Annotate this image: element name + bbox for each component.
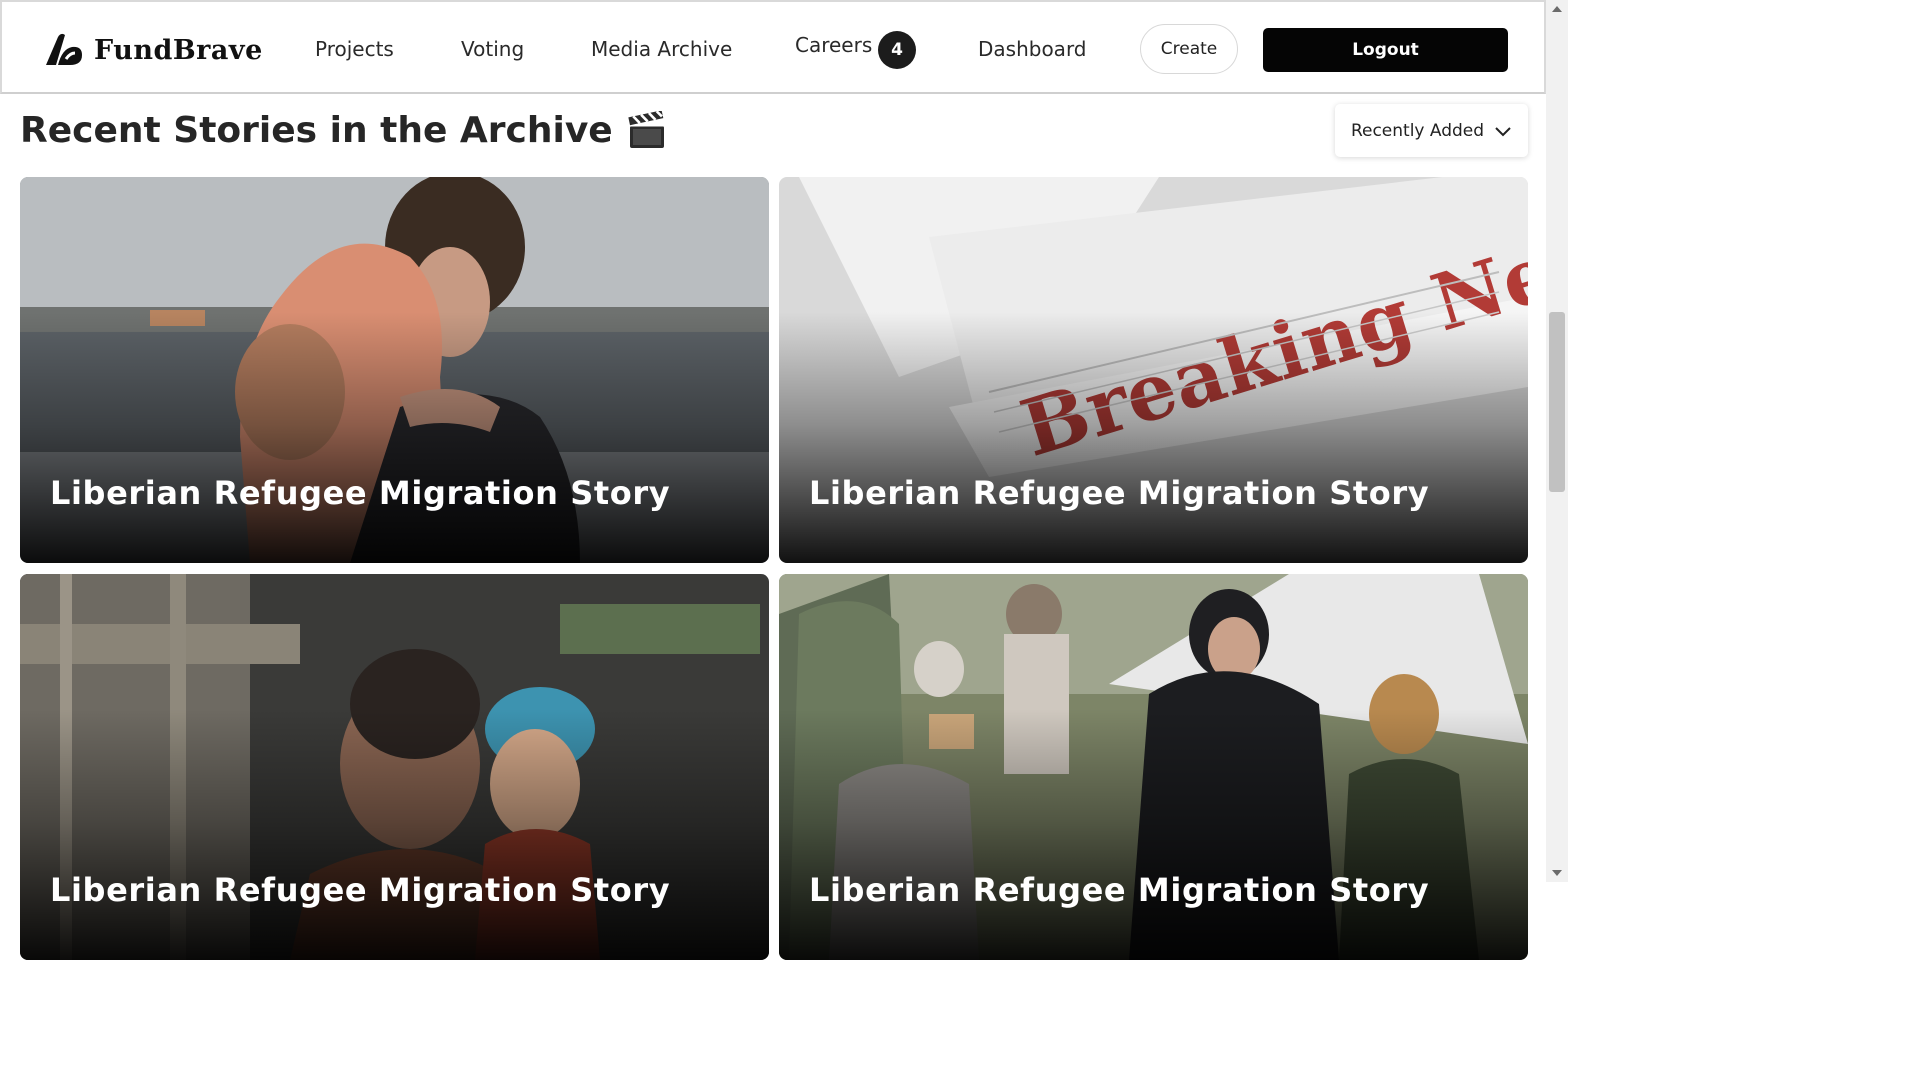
page-title: Recent Stories in the Archive — [20, 110, 613, 151]
section-header: Recent Stories in the Archive — [20, 108, 667, 154]
logout-button[interactable]: Logout — [1263, 28, 1508, 72]
top-navbar: FundBrave Projects Voting Media Archive … — [0, 0, 1546, 94]
chevron-down-icon — [1495, 126, 1511, 136]
story-title: Liberian Refugee Migration Story — [50, 871, 671, 909]
sort-dropdown[interactable]: Recently Added — [1335, 104, 1528, 157]
story-card[interactable]: Liberian Refugee Migration Story — [20, 177, 769, 563]
nav-projects[interactable]: Projects — [315, 36, 394, 62]
nav-media-archive[interactable]: Media Archive — [591, 36, 732, 62]
story-title: Liberian Refugee Migration Story — [809, 871, 1430, 909]
careers-count-badge: 4 — [878, 31, 916, 69]
story-card[interactable]: Liberian Refugee Migration Story — [20, 574, 769, 960]
story-title: Liberian Refugee Migration Story — [50, 474, 671, 512]
sort-label: Recently Added — [1350, 120, 1485, 141]
nav-voting[interactable]: Voting — [461, 36, 524, 62]
story-title: Liberian Refugee Migration Story — [809, 474, 1430, 512]
nav-careers[interactable]: Careers — [795, 32, 872, 58]
fundbrave-logo-icon — [46, 33, 82, 65]
story-card[interactable]: Liberian Refugee Migration Story — [779, 574, 1528, 960]
nav-dashboard[interactable]: Dashboard — [978, 36, 1087, 62]
story-card[interactable]: Breaking News Liberian Refugee Migration… — [779, 177, 1528, 563]
scrollbar-thumb[interactable] — [1549, 312, 1565, 492]
clapperboard-icon — [628, 111, 664, 148]
create-button[interactable]: Create — [1140, 24, 1238, 74]
scroll-up-arrow-icon[interactable] — [1552, 6, 1562, 12]
brand-name: FundBrave — [94, 34, 263, 66]
brand-logo[interactable]: FundBrave — [42, 30, 263, 70]
scroll-down-arrow-icon[interactable] — [1552, 870, 1562, 876]
